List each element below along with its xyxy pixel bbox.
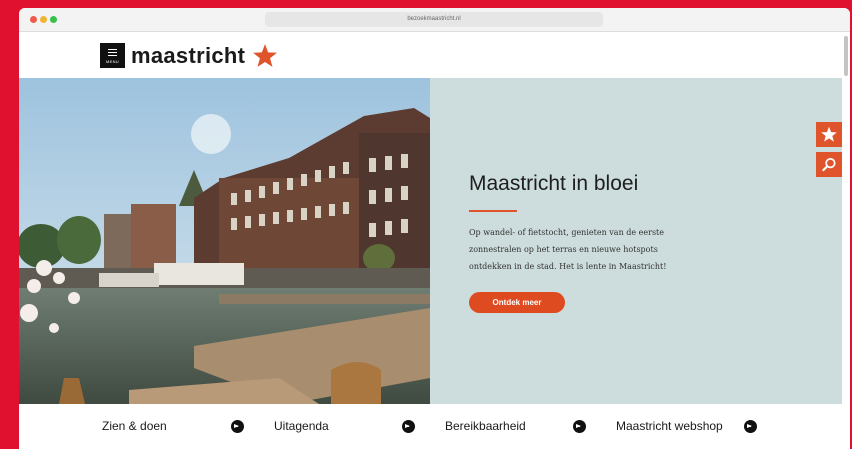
- star-icon: [253, 44, 277, 67]
- browser-titlebar: bezoekmaastricht.nl: [19, 8, 850, 32]
- hero-text-line: Op wandel- of fietstocht, genieten van d…: [469, 228, 665, 237]
- address-bar[interactable]: bezoekmaastricht.nl: [265, 12, 603, 27]
- nav-item-uitagenda[interactable]: Uitagenda: [249, 404, 419, 449]
- maximize-window-icon[interactable]: [50, 16, 57, 23]
- close-window-icon[interactable]: [30, 16, 37, 23]
- nav-item-label: Uitagenda: [274, 419, 329, 433]
- search-button[interactable]: [816, 152, 842, 177]
- star-icon: [821, 126, 837, 142]
- nav-item-label: Maastricht webshop: [616, 419, 723, 433]
- site-header: MENU maastricht: [19, 33, 850, 78]
- nav-item-webshop[interactable]: Maastricht webshop: [589, 404, 789, 449]
- hero-text-line: zonnestralen op het terras en nieuwe hot…: [469, 245, 658, 254]
- browser-window: bezoekmaastricht.nl MENU maastricht Maas…: [19, 8, 850, 449]
- hero-text-line: ontdekken in de stad. Het is lente in Ma…: [469, 262, 667, 271]
- hero-panel: Maastricht in bloei Op wandel- of fietst…: [430, 78, 842, 404]
- nav-item-bereikbaarheid[interactable]: Bereikbaarheid: [419, 404, 589, 449]
- hero-image: [19, 78, 430, 404]
- hero-description: Op wandel- of fietstocht, genieten van d…: [469, 224, 729, 275]
- menu-label: MENU: [106, 59, 119, 64]
- search-icon: [822, 157, 836, 172]
- arrow-right-circle-icon: [573, 420, 586, 433]
- arrow-right-circle-icon: [744, 420, 757, 433]
- hero-divider: [469, 210, 517, 212]
- nav-item-label: Zien & doen: [102, 419, 167, 433]
- bottom-navigation: Zien & doen Uitagenda Bereikbaarheid Maa…: [19, 404, 850, 449]
- favorites-button[interactable]: [816, 122, 842, 147]
- hero-title: Maastricht in bloei: [469, 172, 639, 195]
- scrollbar-thumb[interactable]: [844, 36, 848, 76]
- logo-text[interactable]: maastricht: [131, 43, 245, 69]
- menu-button[interactable]: MENU: [100, 43, 125, 68]
- nav-item-zien-doen[interactable]: Zien & doen: [19, 404, 249, 449]
- ontdek-meer-button[interactable]: Ontdek meer: [469, 292, 565, 313]
- minimize-window-icon[interactable]: [40, 16, 47, 23]
- hamburger-icon: [108, 49, 117, 56]
- nav-item-label: Bereikbaarheid: [445, 419, 526, 433]
- arrow-right-circle-icon: [402, 420, 415, 433]
- arrow-right-circle-icon: [231, 420, 244, 433]
